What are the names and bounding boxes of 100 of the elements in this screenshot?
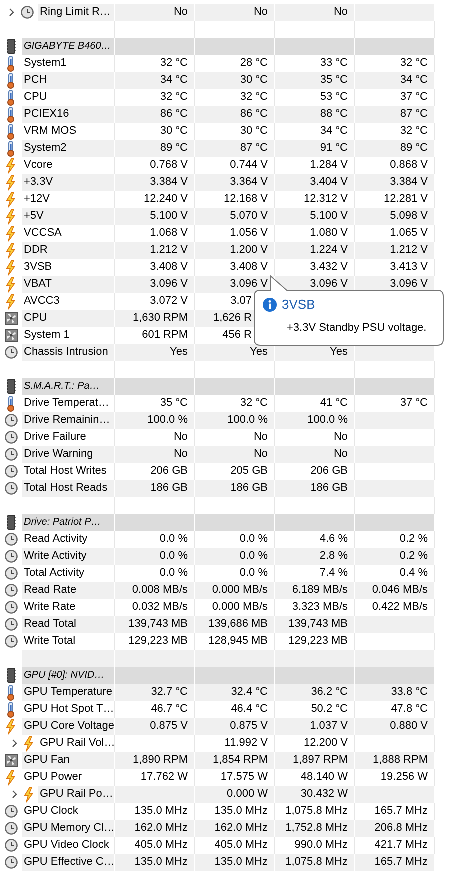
table-cell: 0.880 V [355,718,435,735]
chip-icon [6,515,16,530]
table-cell: 1.200 V [195,242,275,259]
table-cell: 1.212 V [355,242,435,259]
table-cell: 162.0 MHz [195,820,275,837]
lightning-bolt-icon [24,786,34,802]
chevron-icon[interactable] [12,739,18,748]
table-cell: 1.224 V [275,242,355,259]
table-cell: No [195,4,275,21]
sensor-name: Write Activity [22,548,115,565]
table-cell: 89 °C [355,140,435,157]
sensor-name: DDR [22,242,115,259]
lightning-bolt-icon [6,294,16,310]
lightning-bolt-icon [6,242,16,258]
lightning-bolt-icon [24,736,34,752]
section-header-row[interactable]: S.M.A.R.T.: Pa… [22,378,435,395]
sensor-name: +5V [22,208,115,225]
table-cell: 1.037 V [275,718,355,735]
clock-icon [4,482,18,495]
section-header-row[interactable]: GPU [#0]: NVID… [22,667,435,684]
sensor-name: +3.3V [22,174,115,191]
table-cell: 0.000 MB/s [195,582,275,599]
table-cell: 0.875 V [195,718,275,735]
table-cell: 1.212 V [115,242,195,259]
table-cell: 6.189 MB/s [275,582,355,599]
table-cell: 0.2 % [355,548,435,565]
lightning-bolt-icon [6,770,16,786]
sensor-name: GPU Effective C… [22,854,115,871]
clock-icon [4,567,18,580]
lightning-bolt-icon [6,208,16,224]
lightning-bolt-icon [6,174,16,190]
table-cell: 100.0 % [275,412,355,429]
chevron-icon[interactable] [9,8,15,17]
table-cell: No [275,446,355,463]
table-cell: 32.7 °C [115,684,195,701]
clock-icon [4,448,18,461]
table-cell: No [115,446,195,463]
fan-icon [4,754,18,767]
clock-icon [4,601,18,614]
thermometer-icon [7,396,15,412]
table-cell: 1,752.8 MHz [275,820,355,837]
table-cell: 1,630 RPM [115,310,195,327]
sensor-name: Ring Limit R… [38,4,115,21]
tooltip-text: +3.3V Standby PSU voltage. [287,321,427,335]
clock-icon [4,414,18,427]
table-cell: 91 °C [275,140,355,157]
sensor-name: System2 [22,140,115,157]
table-cell: 1,888 RPM [355,752,435,769]
clock-icon [4,839,18,852]
table-cell: 88 °C [275,106,355,123]
sensor-name: PCH [22,72,115,89]
table-cell: 89 °C [115,140,195,157]
table-cell: 33.8 °C [355,684,435,701]
lightning-bolt-icon [6,226,16,242]
table-cell: 162.0 MHz [115,820,195,837]
table-cell: 87 °C [355,106,435,123]
sensor-name: Chassis Intrusion [22,344,115,361]
clock-icon [4,550,18,563]
section-header-row[interactable]: GIGABYTE B460… [22,38,435,55]
sensor-name: GPU Temperature [22,684,115,701]
table-cell: 34 °C [115,72,195,89]
table-cell: 86 °C [115,106,195,123]
table-cell: 1,854 RPM [195,752,275,769]
table-cell: 0.046 MB/s [355,582,435,599]
table-cell: 206.8 MHz [355,820,435,837]
table-cell: 135.0 MHz [115,854,195,871]
fan-icon [4,312,18,325]
sensor-name: Total Host Reads [22,480,115,497]
fan-icon [4,329,18,342]
section-header-row[interactable]: Drive: Patriot P… [22,514,435,531]
table-cell: 3.364 V [195,174,275,191]
table-cell: 1,075.8 MHz [275,854,355,871]
chevron-icon[interactable] [12,790,18,799]
sensor-name: Drive Remainin… [22,412,115,429]
info-icon [263,298,277,312]
table-cell: 32.4 °C [195,684,275,701]
tooltip-title: 3VSB [282,297,316,313]
table-cell: 139,686 MB [195,616,275,633]
clock-icon [4,822,18,835]
table-cell: 30.432 W [275,786,355,803]
table-cell: 0.875 V [115,718,195,735]
table-cell: 139,743 MB [275,616,355,633]
table-cell: 34 °C [355,72,435,89]
table-cell: 36.2 °C [275,684,355,701]
clock-icon [4,856,18,869]
lightning-bolt-icon [6,718,16,734]
table-cell: 5.098 V [355,208,435,225]
sensor-name: GPU Rail Po… [38,786,115,803]
table-cell: 0.008 MB/s [115,582,195,599]
section-title: Drive: Patriot P… [22,514,115,531]
table-cell: 1,890 RPM [115,752,195,769]
table-cell: 0.0 % [115,548,195,565]
table-cell: 3.096 V [115,276,195,293]
table-cell: 3.404 V [275,174,355,191]
table-cell: 35 °C [275,72,355,89]
table-cell: 165.7 MHz [355,854,435,871]
table-cell: 100.0 % [115,412,195,429]
table-cell: 5.070 V [195,208,275,225]
section-title: GIGABYTE B460… [22,38,115,55]
clock-icon [21,6,34,19]
